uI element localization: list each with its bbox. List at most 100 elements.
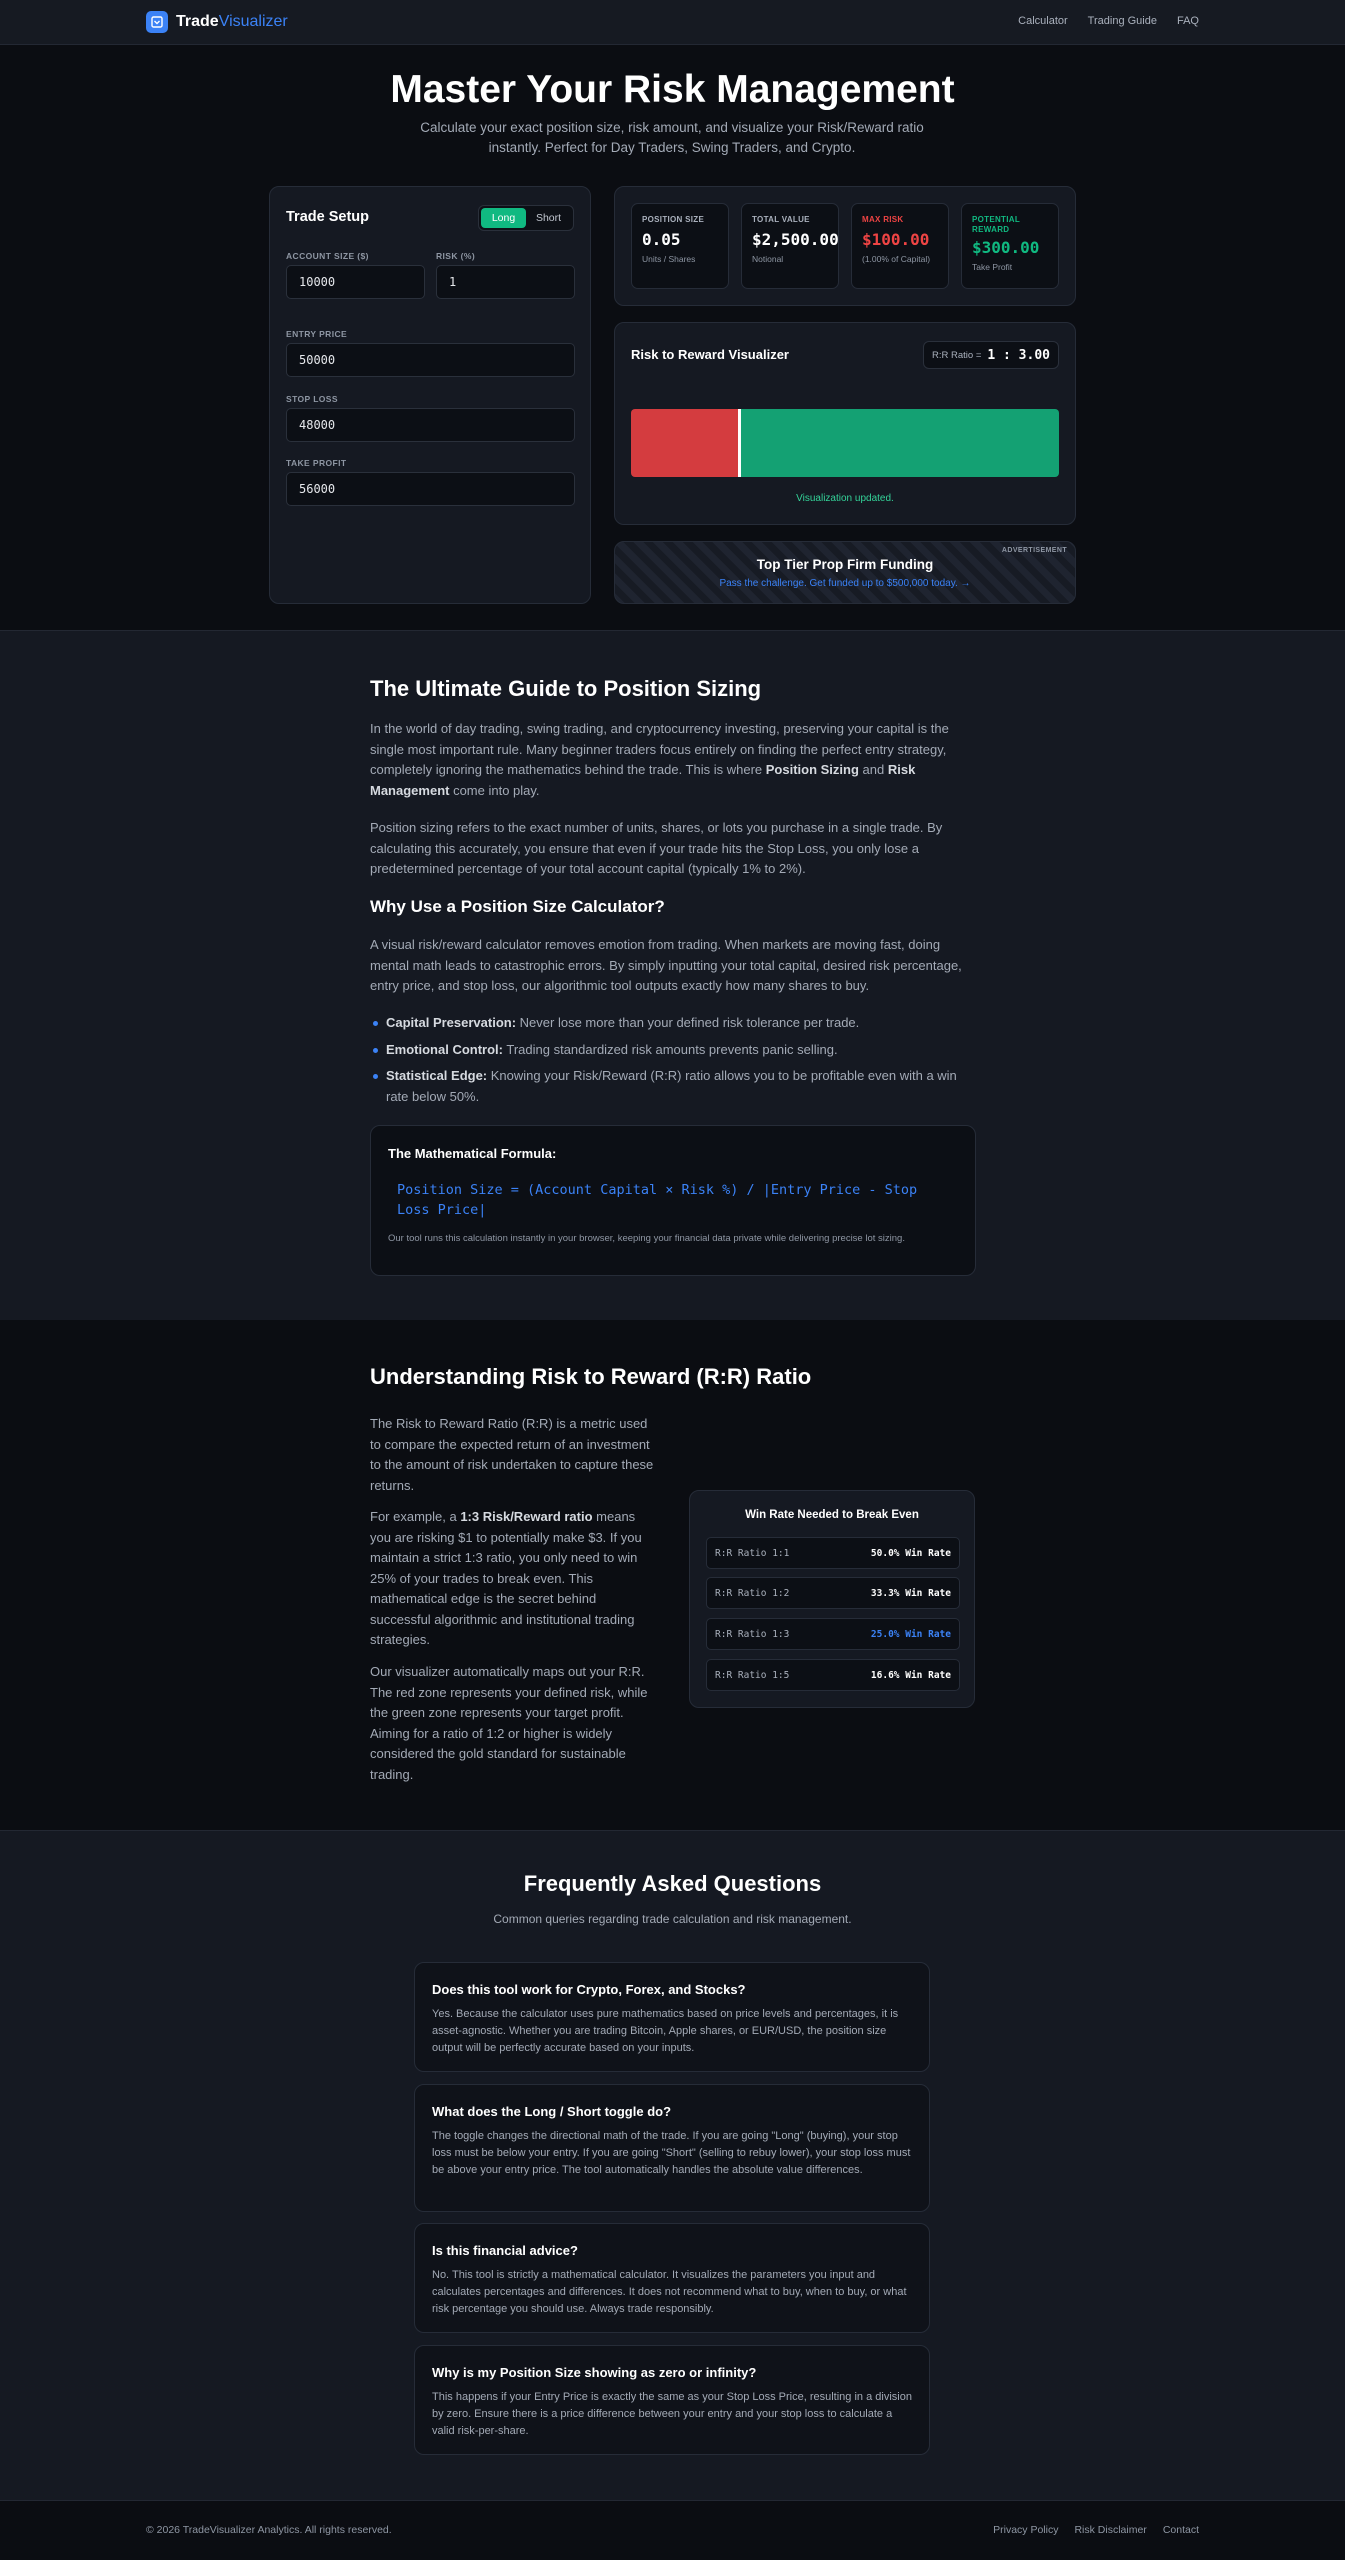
stop-loss-label: STOP LOSS (286, 394, 338, 404)
trade-setup-title: Trade Setup (286, 209, 369, 225)
nav-link-faq[interactable]: FAQ (1177, 15, 1199, 27)
wr-value: 33.3% Win Rate (870, 1587, 951, 1599)
stat-label: POSITION SIZE (642, 215, 705, 224)
faq-item[interactable]: Does this tool work for Crypto, Forex, a… (414, 1962, 930, 2072)
brand-main: Trade (176, 13, 219, 30)
bullet-text: Never lose more than your defined risk t… (516, 1015, 860, 1030)
wr-name: R:R Ratio 1:2 (715, 1587, 790, 1599)
take-profit-label: TAKE PROFIT (286, 458, 347, 468)
faq-item[interactable]: What does the Long / Short toggle do? Th… (414, 2084, 930, 2212)
rr-p2-bold: 1:3 Risk/Reward ratio (460, 1509, 593, 1524)
faq-question: What does the Long / Short toggle do? (432, 2104, 672, 2119)
nav-link-trading-guide[interactable]: Trading Guide (1088, 15, 1157, 27)
guide-paragraph-1: In the world of day trading, swing tradi… (370, 719, 976, 801)
footer-link-risk-disclaimer[interactable]: Risk Disclaimer (1074, 2524, 1146, 2536)
rr-section (0, 1320, 1345, 1830)
stat-value: 0.05 (642, 230, 681, 249)
risk-input[interactable] (436, 265, 575, 299)
hero-subtitle: Calculate your exact position size, risk… (420, 120, 924, 155)
brand-name: TradeVisualizer (176, 13, 288, 31)
rr-paragraph-2: For example, a 1:3 Risk/Reward ratio mea… (370, 1507, 656, 1651)
stat-label: MAX RISK (862, 215, 904, 224)
benefits-list: Capital Preservation: Never lose more th… (370, 1013, 976, 1113)
bullet-bold: Statistical Edge: (386, 1068, 488, 1083)
formula-title: The Mathematical Formula: (388, 1146, 557, 1161)
advertisement-banner[interactable]: ADVERTISEMENT Top Tier Prop Firm Funding… (614, 541, 1076, 604)
rr-paragraph-1: The Risk to Reward Ratio (R:R) is a metr… (370, 1416, 654, 1493)
list-item: Statistical Edge: Knowing your Risk/Rewa… (370, 1066, 976, 1107)
short-button[interactable]: Short (526, 208, 571, 228)
visualizer-status: Visualization updated. (796, 493, 894, 504)
long-button[interactable]: Long (481, 208, 526, 228)
rr-paragraph-3: Our visualizer automatically maps out yo… (370, 1664, 648, 1782)
faq-question: Does this tool work for Crypto, Forex, a… (432, 1982, 746, 1997)
bullet-bold: Capital Preservation: (386, 1015, 517, 1030)
wr-name: R:R Ratio 1:3 (715, 1628, 790, 1640)
ad-title: Top Tier Prop Firm Funding (756, 557, 934, 572)
stat-max-risk: MAX RISK $100.00 (1.00% of Capital) (851, 203, 949, 289)
win-rate-title: Win Rate Needed to Break Even (745, 1509, 919, 1521)
account-size-input[interactable] (286, 265, 425, 299)
chart-icon (146, 11, 168, 33)
list-item: Emotional Control: Trading standardized … (370, 1040, 976, 1061)
faq-answer: This happens if your Entry Price is exac… (432, 2391, 912, 2437)
nav-links: Calculator Trading Guide FAQ (1018, 15, 1199, 27)
faq-question: Is this financial advice? (432, 2243, 578, 2258)
table-row: R:R Ratio 1:3 25.0% Win Rate (706, 1618, 960, 1650)
rr-ratio-label: R:R Ratio = (932, 349, 982, 361)
rr-ratio-value: 1 : 3.00 (987, 347, 1050, 363)
rr-section-title: Understanding Risk to Reward (R:R) Ratio (370, 1364, 812, 1389)
take-profit-input[interactable] (286, 472, 575, 506)
table-row: R:R Ratio 1:2 33.3% Win Rate (706, 1577, 960, 1609)
bullet-text: Trading standardized risk amounts preven… (503, 1041, 838, 1057)
faq-item[interactable]: Is this financial advice? No. This tool … (414, 2223, 930, 2333)
wr-name: R:R Ratio 1:1 (715, 1547, 790, 1559)
stop-loss-input[interactable] (286, 408, 575, 442)
rr-visualizer-panel: Risk to Reward Visualizer R:R Ratio = 1 … (614, 322, 1076, 525)
brand-accent: Visualizer (218, 13, 288, 30)
top-nav: TradeVisualizer Calculator Trading Guide… (0, 0, 1345, 45)
faq-item[interactable]: Why is my Position Size showing as zero … (414, 2345, 930, 2455)
guide-paragraph-3: A visual risk/reward calculator removes … (370, 937, 962, 993)
faq-subtitle: Common queries regarding trade calculati… (493, 1912, 852, 1926)
formula-box: The Mathematical Formula: Position Size … (370, 1125, 976, 1276)
visualizer-title: Risk to Reward Visualizer (631, 347, 789, 362)
faq-question: Why is my Position Size showing as zero … (432, 2365, 757, 2380)
reward-zone (741, 409, 1059, 477)
guide-p1-d: come into play. (449, 782, 540, 798)
wr-name: R:R Ratio 1:5 (715, 1669, 790, 1681)
stat-label: POTENTIAL REWARD (972, 215, 1020, 234)
stat-position-size: POSITION SIZE 0.05 Units / Shares (631, 203, 729, 289)
stat-sub: Take Profit (972, 262, 1013, 272)
rr-p2-a: For example, a (370, 1509, 461, 1524)
guide-p1-c: and (858, 762, 888, 777)
ad-link[interactable]: Pass the challenge. Get funded up to $50… (615, 578, 1075, 589)
footer-link-privacy[interactable]: Privacy Policy (993, 2524, 1058, 2536)
risk-zone (631, 409, 738, 477)
wr-value: 50.0% Win Rate (870, 1547, 951, 1559)
faq-answer: The toggle changes the directional math … (432, 2130, 911, 2176)
faq-answer: Yes. Because the calculator uses pure ma… (432, 2008, 899, 2054)
stat-label: TOTAL VALUE (752, 215, 810, 224)
stat-sub: (1.00% of Capital) (862, 254, 931, 264)
guide-p1-bold-1: Position Sizing (765, 762, 859, 777)
trade-setup-panel: Trade Setup Long Short ACCOUNT SIZE ($) … (269, 186, 591, 604)
formula-code: Position Size = (Account Capital × Risk … (397, 1182, 918, 1218)
nav-link-calculator[interactable]: Calculator (1018, 15, 1068, 27)
rr-ratio-badge: R:R Ratio = 1 : 3.00 (923, 341, 1059, 369)
stat-value: $2,500.00 (752, 230, 839, 249)
stat-sub: Units / Shares (642, 254, 696, 264)
risk-label: RISK (%) (436, 251, 476, 261)
entry-price-label: ENTRY PRICE (286, 329, 348, 339)
footer-link-contact[interactable]: Contact (1163, 2524, 1199, 2536)
guide-paragraph-2: Position sizing refers to the exact numb… (370, 820, 943, 876)
brand[interactable]: TradeVisualizer (146, 11, 288, 33)
footer-links: Privacy Policy Risk Disclaimer Contact (993, 2524, 1199, 2536)
win-rate-table: Win Rate Needed to Break Even R:R Ratio … (689, 1490, 975, 1708)
rr-bar (631, 409, 1059, 477)
faq-title: Frequently Asked Questions (523, 1871, 822, 1896)
stat-potential-reward: POTENTIAL REWARD $300.00 Take Profit (961, 203, 1059, 289)
entry-price-input[interactable] (286, 343, 575, 377)
stat-value: $100.00 (862, 230, 930, 249)
table-row: R:R Ratio 1:5 16.6% Win Rate (706, 1659, 960, 1691)
